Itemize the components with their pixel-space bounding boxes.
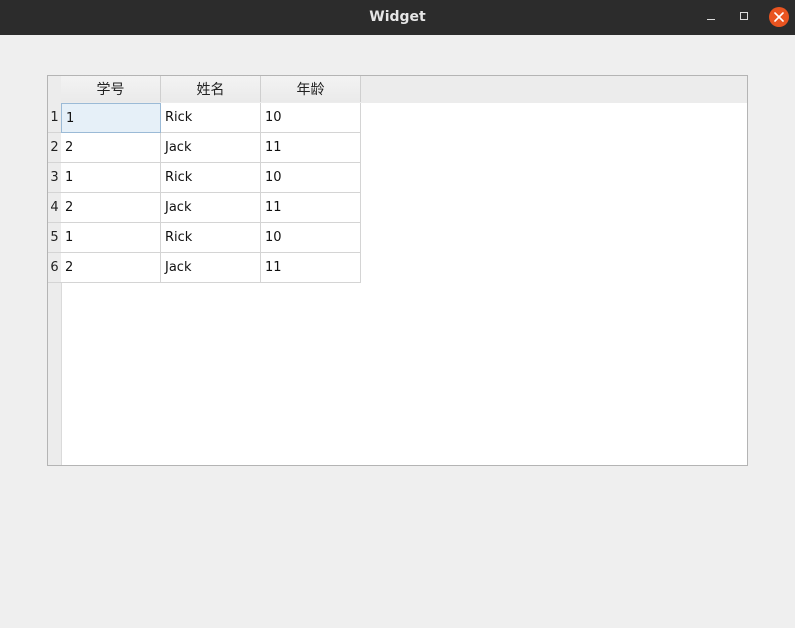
table-cell[interactable]: 2 — [61, 193, 161, 223]
row-header-5[interactable]: 6 — [48, 253, 61, 283]
table-cell[interactable]: 1 — [61, 103, 161, 133]
window-titlebar: Widget — [0, 0, 795, 35]
table-widget[interactable]: 学号 姓名 年龄 1 2 3 4 5 6 1 Rick 10 2 Jack 11 1 Rick 10 2 Jack 11… — [47, 75, 748, 466]
close-button[interactable] — [769, 7, 789, 27]
table-cell[interactable]: Rick — [161, 163, 261, 193]
column-header-1[interactable]: 姓名 — [161, 76, 261, 102]
table-cell[interactable]: 11 — [261, 253, 361, 283]
table-cell[interactable]: Rick — [161, 223, 261, 253]
row-header-2[interactable]: 3 — [48, 163, 61, 193]
row-header-4[interactable]: 5 — [48, 223, 61, 253]
maximize-button[interactable] — [735, 7, 755, 27]
maximize-icon — [740, 12, 748, 20]
column-header-0[interactable]: 学号 — [61, 76, 161, 102]
window-title: Widget — [369, 9, 426, 25]
row-header-3[interactable]: 4 — [48, 193, 61, 223]
table-cell[interactable]: Jack — [161, 193, 261, 223]
table-cell[interactable]: 2 — [61, 133, 161, 163]
row-header-0[interactable]: 1 — [48, 103, 61, 133]
table-cell[interactable]: 1 — [61, 163, 161, 193]
table-cell[interactable]: 11 — [261, 133, 361, 163]
table-cell[interactable]: Jack — [161, 133, 261, 163]
minimize-icon — [707, 19, 715, 20]
column-header-2[interactable]: 年龄 — [261, 76, 361, 102]
table-cell[interactable]: 11 — [261, 193, 361, 223]
table-cell[interactable]: 2 — [61, 253, 161, 283]
table-corner-button[interactable] — [48, 76, 61, 103]
row-header-1[interactable]: 2 — [48, 133, 61, 163]
minimize-button[interactable] — [701, 7, 721, 27]
table-cell[interactable]: Jack — [161, 253, 261, 283]
table-cell[interactable]: Rick — [161, 103, 261, 133]
table-cell[interactable]: 10 — [261, 223, 361, 253]
table-cell[interactable]: 10 — [261, 103, 361, 133]
table-cell[interactable]: 10 — [261, 163, 361, 193]
table-cell[interactable]: 1 — [61, 223, 161, 253]
close-icon — [774, 12, 784, 22]
